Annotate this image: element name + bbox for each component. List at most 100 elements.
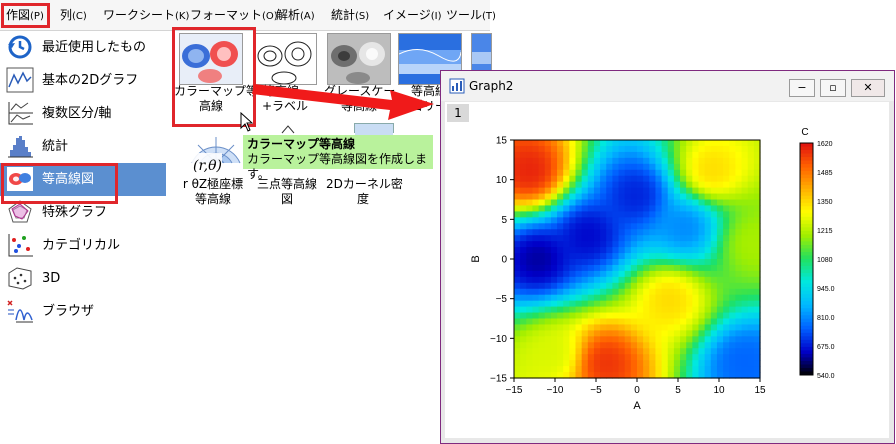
- heatmap-cell: [716, 157, 724, 165]
- heatmap-cell: [624, 181, 632, 189]
- category-multi-axis[interactable]: 複数区分/軸: [0, 97, 166, 130]
- heatmap-cell: [606, 169, 613, 177]
- heatmap-cell: [587, 217, 595, 224]
- heatmap-cell: [600, 288, 607, 296]
- heatmap-cell: [600, 187, 607, 195]
- heatmap-cell: [514, 157, 521, 165]
- graph-window[interactable]: Graph2 − ▫ ✕ −15 −10 −5 0 5 10 15 −15 −10 −5 0 5 10 1…: [440, 70, 895, 444]
- heatmap-cell: [514, 312, 521, 320]
- heatmap-cell: [637, 318, 644, 326]
- heatmap-cell: [593, 157, 601, 165]
- heatmap-cell: [550, 318, 558, 326]
- heatmap-cell: [630, 300, 638, 308]
- heatmap-cell: [569, 312, 577, 320]
- menu-tools[interactable]: ツール(T): [446, 0, 496, 30]
- graph-page[interactable]: −15 −10 −5 0 5 10 15 −15 −10 −5 0 5 10 15 A B C 1620 1485…: [445, 102, 889, 438]
- heatmap-cell: [661, 336, 669, 343]
- heatmap-cell: [704, 312, 712, 320]
- heatmap-cell: [661, 312, 669, 320]
- heatmap-cell: [698, 247, 706, 254]
- menu-format[interactable]: フォーマット(O): [190, 0, 278, 30]
- category-statistics[interactable]: 統計: [0, 130, 166, 163]
- heatmap-cell: [680, 211, 687, 218]
- maximize-button[interactable]: ▫: [820, 79, 846, 97]
- heatmap-cell: [735, 312, 743, 320]
- heatmap-cell: [716, 324, 724, 331]
- kernel-density-thumb[interactable]: [354, 123, 394, 135]
- heatmap-cell: [704, 336, 712, 343]
- heatmap-cell: [538, 193, 546, 201]
- heatmap-cell: [716, 276, 724, 284]
- menu-column-label: 列: [60, 8, 73, 22]
- category-browser[interactable]: ブラウザ: [0, 295, 166, 328]
- heatmap-cell: [600, 324, 607, 331]
- heatmap-cell: [710, 276, 718, 284]
- menu-analysis[interactable]: 解析(A): [276, 0, 315, 30]
- polar-contour-thumb[interactable]: (r,θ): [188, 123, 244, 179]
- category-recent[interactable]: 最近使用したもの: [0, 31, 166, 64]
- heatmap-cell: [655, 145, 663, 153]
- menu-statistics[interactable]: 統計(S): [331, 0, 369, 30]
- heatmap-cell: [661, 354, 669, 361]
- x-tick-label: 0: [634, 385, 640, 396]
- graph-titlebar[interactable]: Graph2 − ▫ ✕: [441, 71, 894, 101]
- heatmap-cell: [538, 217, 546, 224]
- ternary-contour-thumb[interactable]: [276, 123, 300, 134]
- heatmap-cell: [514, 259, 521, 266]
- heatmap-cell: [735, 169, 743, 177]
- heatmap-cell: [538, 318, 546, 326]
- heatmap-cell: [741, 241, 749, 248]
- heatmap-cell: [686, 306, 693, 314]
- heatmap-cell: [514, 205, 521, 212]
- heatmap-cell: [624, 300, 632, 308]
- category-categorical[interactable]: カテゴリカル: [0, 229, 166, 262]
- minimize-button[interactable]: −: [789, 79, 815, 97]
- heatmap-cell: [630, 342, 638, 349]
- category-basic-2d[interactable]: 基本の2Dグラフ: [0, 64, 166, 97]
- heatmap-cell: [593, 282, 601, 290]
- heatmap-cell: [514, 288, 521, 296]
- page-number-tab[interactable]: 1: [447, 104, 469, 122]
- heatmap-cell: [723, 217, 730, 224]
- close-button[interactable]: ✕: [851, 79, 885, 97]
- heatmap-cell: [710, 140, 718, 147]
- category-statistics-label: 統計: [42, 139, 69, 154]
- heatmap-cell: [667, 318, 675, 326]
- heatmap-cell: [544, 193, 552, 201]
- heatmap-cell: [569, 342, 577, 349]
- heatmap-cell: [729, 354, 736, 361]
- heatmap-cell: [630, 187, 638, 195]
- heatmap-cell: [587, 163, 595, 171]
- heatmap-cell: [735, 336, 743, 343]
- heatmap-cell: [593, 259, 601, 266]
- colorbar-tick-label: 540.0: [817, 373, 835, 380]
- heatmap-cell: [680, 247, 687, 254]
- heatmap-cell: [587, 169, 595, 177]
- heatmap-cell: [637, 336, 644, 343]
- heatmap-cell: [606, 163, 613, 171]
- heatmap-cell: [544, 247, 552, 254]
- heatmap-cell: [747, 253, 755, 260]
- heatmap-cell: [686, 276, 693, 284]
- menu-image[interactable]: イメージ(I): [383, 0, 442, 30]
- heatmap-cell: [667, 259, 675, 266]
- heatmap-cell: [661, 163, 669, 171]
- heatmap-cell: [643, 342, 650, 349]
- heatmap-cell: [569, 294, 577, 302]
- menu-format-label: フォーマット: [190, 8, 263, 22]
- menu-column[interactable]: 列(C): [60, 0, 87, 30]
- multi-axis-icon: [6, 100, 34, 126]
- heatmap-cell: [747, 270, 755, 278]
- heatmap-cell: [526, 151, 534, 159]
- heatmap-cell: [624, 241, 632, 248]
- contour-chart[interactable]: −15 −10 −5 0 5 10 15−15−10−5051015AB C16201485…: [445, 102, 889, 438]
- menu-worksheet[interactable]: ワークシート(K): [103, 0, 189, 30]
- heatmap-cell: [692, 169, 700, 177]
- heatmap-cell: [544, 169, 552, 177]
- heatmap-cell: [692, 241, 700, 248]
- heatmap-cell: [698, 217, 706, 224]
- heatmap-cell: [532, 264, 540, 272]
- heatmap-cell: [544, 324, 552, 331]
- category-3d[interactable]: 3D: [0, 262, 166, 295]
- heatmap-cell: [624, 140, 632, 147]
